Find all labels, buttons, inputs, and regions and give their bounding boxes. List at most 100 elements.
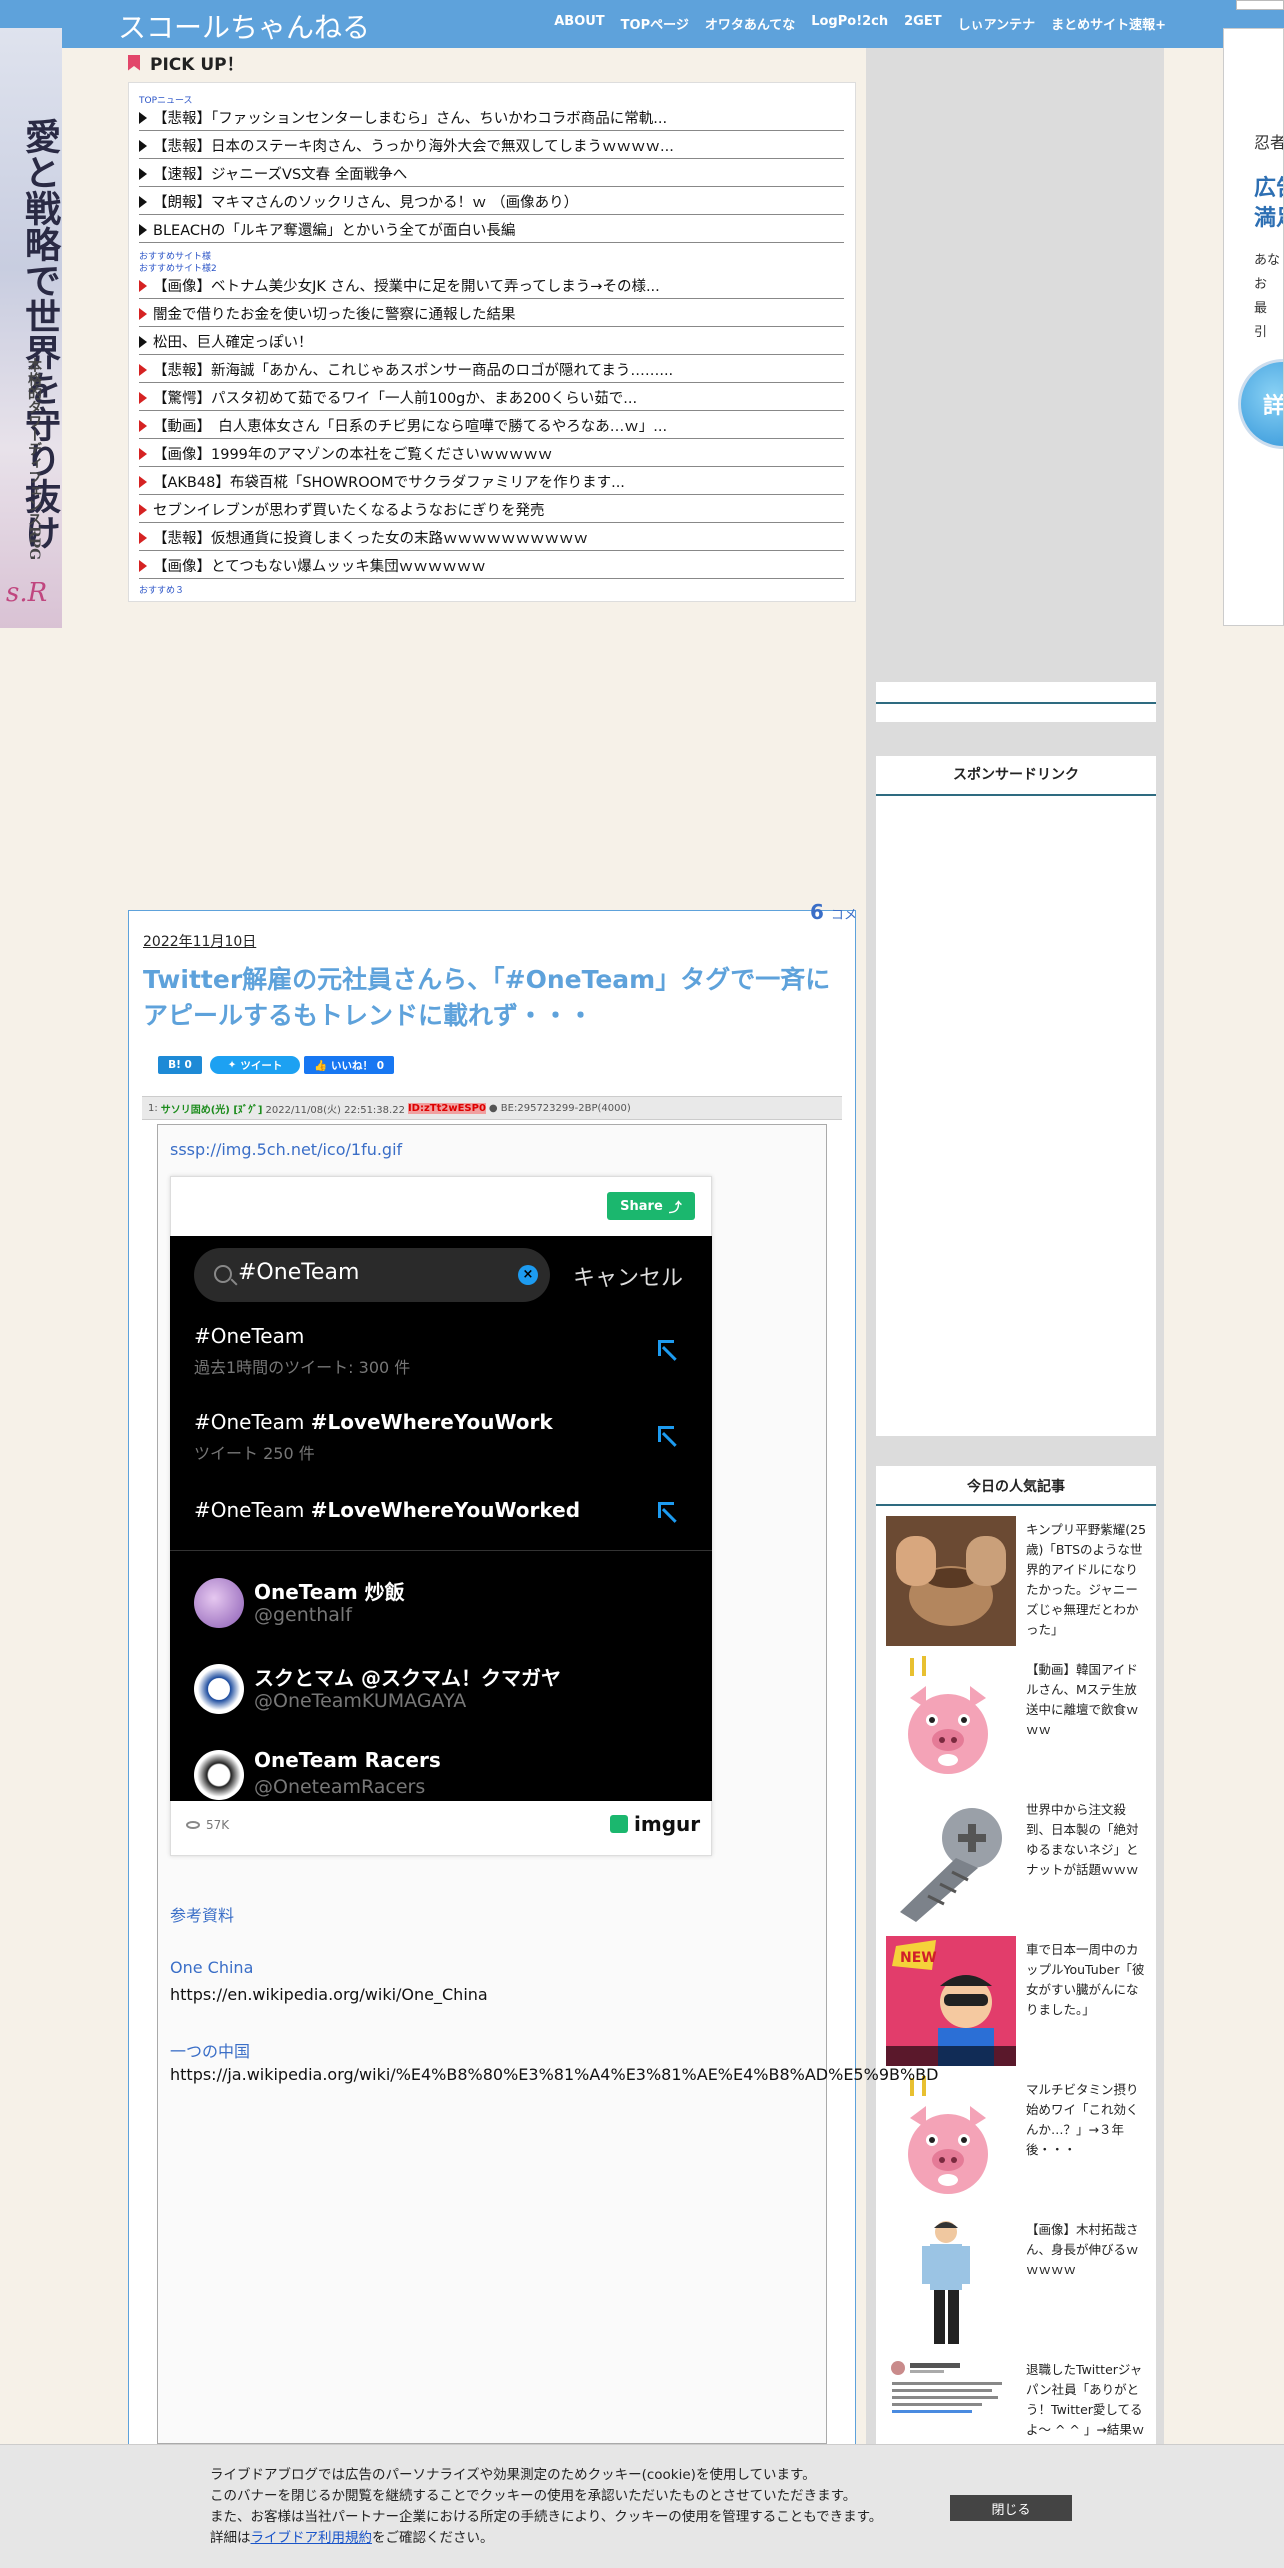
account-name: スクとマム @スクマム！クマガヤ xyxy=(254,1666,561,1690)
nav-2get[interactable]: 2GET xyxy=(904,14,941,33)
ref-link-hitotsu-no-chugoku[interactable]: 一つの中国 xyxy=(170,2038,250,2062)
triangle-bullet-icon xyxy=(139,167,147,180)
pickup-item[interactable]: 【動画】 白人恵体女さん「日系のチビ男になら喧嘩で勝てるやろなあ…ｗ」... xyxy=(139,413,844,439)
article-date: 2022年11月10日 xyxy=(143,934,257,950)
cookie-text: ライブドアブログでは広告のパーソナライズや効果測定のためクッキー(cookie)… xyxy=(210,2465,882,2549)
refs-heading: 参考資料 xyxy=(170,1906,235,1925)
pickup-title-text: PICK UP！ xyxy=(150,55,244,75)
popular-article-item[interactable]: NEW 車で日本一周中のカップルYouTuber「彼女がすい臓がんになりました。」 xyxy=(886,1936,1148,2068)
clear-icon: × xyxy=(518,1265,538,1285)
cookie-banner: ライブドアブログでは広告のパーソナライズや効果測定のためクッキー(cookie)… xyxy=(0,2444,1284,2568)
triangle-bullet-icon xyxy=(139,531,147,544)
share-button[interactable]: Share ⤴ xyxy=(607,1192,695,1220)
banner-detail-label: 詳 xyxy=(1263,394,1284,419)
pickup-item-text: 【驚愕】パスタ初めて茹でるワイ「一人前100gか、まあ200くらい茹で... xyxy=(153,391,638,407)
res-number: 1: xyxy=(148,1102,158,1114)
tweet-button[interactable]: ✦ ツイート xyxy=(210,1056,300,1074)
popular-thumbnail xyxy=(886,1656,1016,1786)
account-handle: @genthalf xyxy=(254,1604,352,1626)
popular-article-title: キンプリ平野紫耀(25歳)「BTSのような世界的アイドルになりたかった。ジャニー… xyxy=(1026,1522,1147,1637)
nav-shii[interactable]: しぃアンテナ xyxy=(958,14,1035,33)
site-title-link[interactable]: スコールちゃんねる xyxy=(118,6,370,46)
nav-about[interactable]: ABOUT xyxy=(554,14,604,33)
popular-article-item[interactable]: 世界中から注文殺到、日本製の「絶対ゆるまないネジ」とナットが話題ｗｗｗ xyxy=(886,1796,1148,1928)
twitter-screenshot[interactable]: #OneTeam × キャンセル #OneTeam 過去1時間のツイート: 30… xyxy=(170,1236,712,1801)
article-title[interactable]: Twitter解雇の元社員さんら、「#OneTeam」タグで一斉にアピールするも… xyxy=(143,962,843,1034)
res-name: サソリ固め(光) [ﾇﾞｸﾞ] xyxy=(160,1104,263,1116)
res-id: ID:zTt2wESP0 xyxy=(407,1102,486,1114)
left-ad-banner[interactable]: 愛と戦略で世界を守り抜け 本格的タワーディフェンスRPG s.R xyxy=(0,28,62,628)
nav-top[interactable]: TOPページ xyxy=(621,14,689,33)
popular-article-item[interactable]: 【動画】韓国アイドルさん、Mステ生放送中に離壇で飲食ｗｗｗ xyxy=(886,1656,1148,1788)
pickup-item[interactable]: BLEACHの「ルキア奪還編」とかいう全てが面白い長編 xyxy=(139,217,844,243)
popular-article-title: 【動画】韓国アイドルさん、Mステ生放送中に離壇で飲食ｗｗｗ xyxy=(1026,1662,1139,1737)
image-link[interactable]: sssp://img.5ch.net/ico/1fu.gif xyxy=(170,1140,402,1159)
cookie-line: 詳細はライブドア利用規約をご確認ください。 xyxy=(210,2530,494,2546)
nav-matome[interactable]: まとめサイト速報+ xyxy=(1051,14,1166,33)
popular-thumbnail xyxy=(886,2076,1016,2206)
pickup-item-text: 【悲報】新海誠「あかん、これじゃあスポンサー商品のロゴが隠れてまう……... xyxy=(153,363,674,379)
ad-close-box[interactable] xyxy=(1236,0,1284,10)
popular-title: 今日の人気記事 xyxy=(967,1479,1065,1495)
triangle-bullet-icon xyxy=(139,475,147,488)
arrow-up-left-icon xyxy=(658,1340,674,1356)
facebook-like-button[interactable]: 👍 いいね！ 0 xyxy=(304,1056,394,1074)
banner-detail-button[interactable]: 詳 xyxy=(1238,359,1284,449)
account-item: OneTeam 炒飯 @genthalf xyxy=(194,1574,694,1634)
popular-article-title: 車で日本一周中のカップルYouTuber「彼女がすい臓がんになりました。」 xyxy=(1026,1942,1145,2017)
imgur-logo[interactable]: imgur xyxy=(610,1812,700,1836)
pickup-item-text: 【速報】ジャニーズVS文春 全面戦争へ xyxy=(153,167,408,183)
nav-logpo[interactable]: LogPo!2ch xyxy=(811,14,888,33)
account-name: OneTeam Racers xyxy=(254,1748,441,1772)
popular-article-item[interactable]: キンプリ平野紫耀(25歳)「BTSのような世界的アイドルになりたかった。ジャニー… xyxy=(886,1516,1148,1648)
pickup-item[interactable]: 【驚愕】パスタ初めて茹でるワイ「一人前100gか、まあ200くらい茹で... xyxy=(139,385,844,411)
triangle-bullet-icon xyxy=(139,223,147,236)
nav-owata[interactable]: オワタあんてな xyxy=(705,14,795,33)
twitter-bird-icon: ✦ xyxy=(227,1059,237,1071)
pickup-item[interactable]: 【悲報】新海誠「あかん、これじゃあスポンサー商品のロゴが隠れてまう……... xyxy=(139,357,844,383)
triangle-bullet-icon xyxy=(139,307,147,320)
res-be: ● BE:295723299-2BP(4000) xyxy=(488,1102,631,1114)
arrow-up-left-icon xyxy=(658,1426,674,1442)
account-handle: @OneTeamKUMAGAYA xyxy=(254,1690,467,1712)
pickup-item-text: BLEACHの「ルキア奪還編」とかいう全てが面白い長編 xyxy=(153,223,516,239)
pickup-item[interactable]: 【悲報】仮想通貨に投資しまくった女の末路ｗｗｗｗｗｗｗｗｗｗ xyxy=(139,525,844,551)
pickup-item[interactable]: 闇金で借りたお金を使い切った後に警察に通報した結果 xyxy=(139,301,844,327)
comment-count: 6 xyxy=(810,900,824,924)
triangle-bullet-icon xyxy=(139,391,147,404)
pickup-item[interactable]: セブンイレブンが思わず買いたくなるようなおにぎりを発売 xyxy=(139,497,844,523)
popular-article-item[interactable]: 【画像】木村拓哉さん、身長が伸びるｗｗｗｗｗ xyxy=(886,2216,1148,2348)
share-label: Share xyxy=(620,1198,663,1214)
pickup-label-bottom[interactable]: おすすめ３ xyxy=(139,583,184,596)
terms-link[interactable]: ライブドア利用規約 xyxy=(251,2530,373,2546)
right-ad-banner[interactable]: 忍者 広告満足 あな お 最 引 詳 xyxy=(1223,28,1284,626)
pickup-item[interactable]: 【朗報】マキマさんのソックリさん、見つかる！ｗ （画像あり） xyxy=(139,189,844,215)
avatar xyxy=(194,1664,244,1714)
search-icon xyxy=(214,1265,232,1283)
pickup-item[interactable]: 【画像】1999年のアマゾンの本社をご覧くださいｗｗｗｗｗ xyxy=(139,441,844,467)
pickup-item[interactable]: 【悲報】「ファッションセンターしまむら」さん、ちいかわコラボ商品に常軌... xyxy=(139,105,844,131)
popular-thumbnail xyxy=(886,1516,1016,1646)
pickup-item-text: セブンイレブンが思わず買いたくなるようなおにぎりを発売 xyxy=(153,503,545,519)
pickup-item[interactable]: 【悲報】日本のステーキ肉さん、うっかり海外大会で無双してしまうｗｗｗｗ... xyxy=(139,133,844,159)
popular-thumbnail xyxy=(886,2216,1016,2346)
pickup-item-text: 松田、巨人確定っぽい！ xyxy=(153,335,313,351)
hatena-bookmark-button[interactable]: B! 0 xyxy=(158,1056,202,1074)
trend-item: #OneTeam 過去1時間のツイート: 300 件 xyxy=(194,1324,694,1378)
share-icon: ⤴ xyxy=(668,1200,682,1216)
comment-label: コメ xyxy=(830,908,857,923)
widget-divider xyxy=(876,794,1156,796)
comment-count-link[interactable]: 6 コメ xyxy=(810,900,857,924)
pickup-item[interactable]: 【速報】ジャニーズVS文春 全面戦争へ xyxy=(139,161,844,187)
triangle-bullet-icon xyxy=(139,559,147,572)
ref-link-one-china[interactable]: One China xyxy=(170,1958,253,1977)
pickup-item[interactable]: 【画像】ベトナム美少女JK さん、授業中に足を開いて弄ってしまう→その様... xyxy=(139,273,844,299)
popular-article-title: 【画像】木村拓哉さん、身長が伸びるｗｗｗｗｗ xyxy=(1026,2222,1139,2277)
popular-article-item[interactable]: マルチビタミン摂り始めワイ「これ効くんか…？」→３年後・・・ xyxy=(886,2076,1148,2208)
pickup-item[interactable]: 松田、巨人確定っぽい！ xyxy=(139,329,844,355)
cookie-close-button[interactable]: 閉じる xyxy=(950,2495,1072,2521)
banner-line: あな xyxy=(1254,253,1281,268)
pickup-item[interactable]: 【AKB48】布袋百椛「SHOWROOMでサクラダファミリアを作ります... xyxy=(139,469,844,495)
view-count: 57K xyxy=(186,1818,229,1832)
pickup-item[interactable]: 【画像】とてつもない爆ムッッキ集団ｗｗｗｗｗｗ xyxy=(139,553,844,579)
